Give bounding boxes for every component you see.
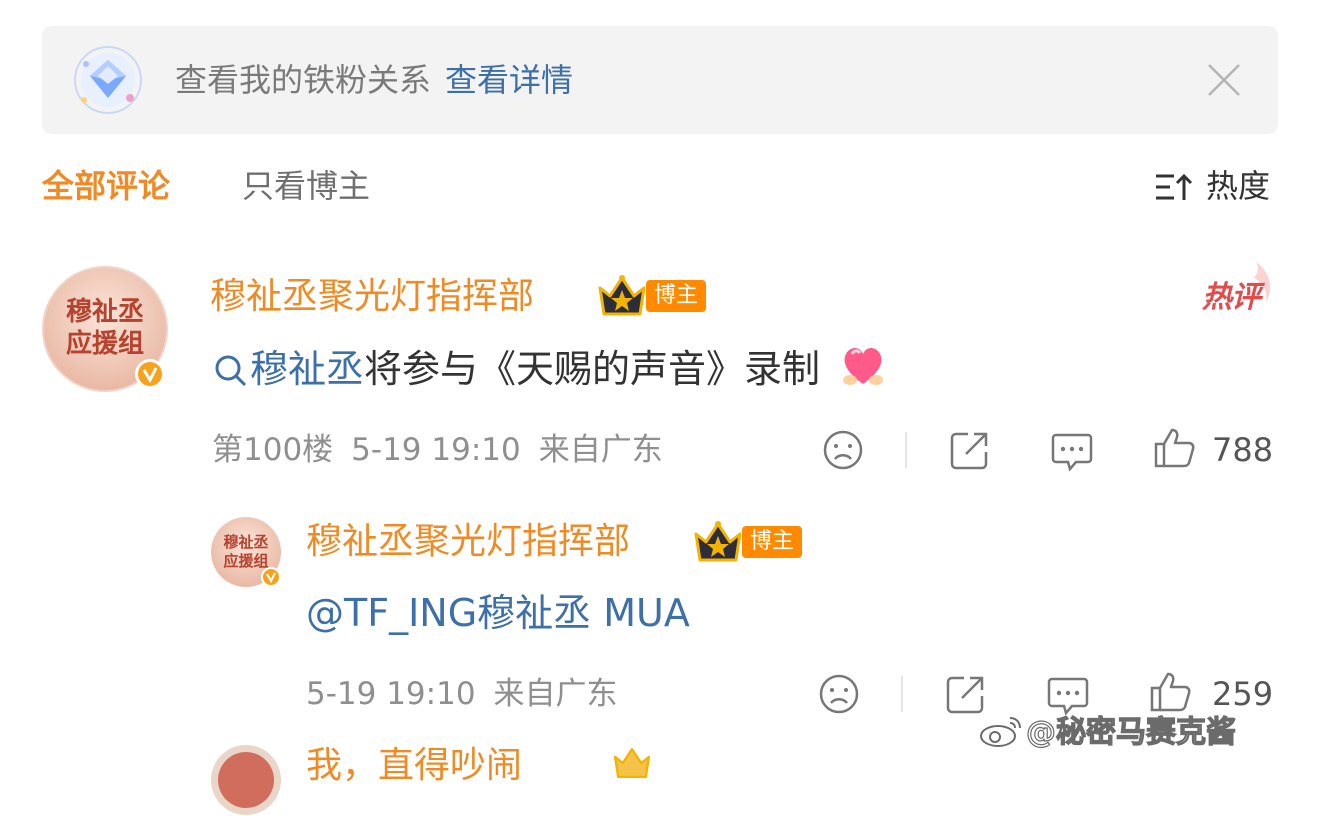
avatar-text-line1: 穆祉丞	[223, 533, 268, 551]
comment-text: 将参与《天赐的声音》录制	[364, 347, 821, 391]
view-details-link[interactable]: 查看详情	[445, 61, 573, 99]
topic-search-icon	[215, 355, 247, 387]
comment-location: 来自广东	[538, 432, 663, 468]
share-icon[interactable]	[948, 428, 992, 472]
crown-icon	[613, 748, 651, 778]
diamond-badge-icon	[74, 46, 142, 114]
topic-link[interactable]: 穆祉丞	[250, 347, 364, 391]
reply-username[interactable]: 穆祉丞聚光灯指挥部	[306, 516, 630, 568]
watermark-text: @秘密马赛克酱	[1025, 714, 1236, 750]
heart-emoji-icon	[843, 348, 884, 385]
comment-icon[interactable]	[1046, 673, 1090, 717]
like-count: 259	[1212, 675, 1274, 713]
comment-icon[interactable]	[1050, 429, 1094, 473]
dislike-icon[interactable]	[822, 429, 864, 471]
blogger-badge: 博主	[742, 526, 803, 558]
sort-by-hot-button[interactable]: 热度	[1154, 162, 1278, 210]
avatar[interactable]: 穆祉丞 应援组	[42, 266, 168, 392]
close-icon[interactable]	[1206, 62, 1242, 98]
avatar[interactable]: 穆祉丞 应援组	[210, 516, 282, 588]
crown-icon	[598, 275, 646, 316]
avatar-text-line2: 应援组	[223, 552, 268, 570]
comment-time: 5-19 19:10	[351, 432, 521, 468]
banner-message: 查看我的铁粉关系	[175, 61, 432, 99]
tab-all-comments[interactable]: 全部评论	[42, 162, 170, 210]
next-comment-username[interactable]: 我，直得吵闹	[306, 740, 522, 792]
reply-text: MUA	[591, 591, 690, 635]
like-icon[interactable]	[1152, 426, 1196, 470]
tab-blogger-only[interactable]: 只看博主	[242, 162, 370, 210]
weibo-logo-icon	[980, 717, 1021, 747]
sort-label: 热度	[1206, 167, 1271, 205]
action-divider	[905, 432, 907, 468]
reply-meta: 5-19 19:10 来自广东	[306, 672, 636, 716]
comment-username[interactable]: 穆祉丞聚光灯指挥部	[210, 271, 534, 323]
comment-content: 穆祉丞将参与《天赐的声音》录制	[214, 340, 888, 396]
blogger-badge: 博主	[646, 280, 707, 312]
like-icon[interactable]	[1148, 670, 1192, 714]
comment-meta: 第100楼 5-19 19:10 来自广东	[212, 428, 681, 472]
action-divider	[901, 676, 903, 712]
avatar[interactable]	[210, 744, 282, 816]
reply-location: 来自广东	[493, 676, 618, 712]
dislike-icon[interactable]	[818, 673, 860, 715]
sort-icon	[1156, 173, 1193, 200]
reply-time: 5-19 19:10	[306, 676, 476, 712]
crown-icon	[694, 521, 742, 562]
reply-content: @TF_ING穆祉丞 MUA	[306, 586, 690, 640]
floor-number: 第100楼	[212, 432, 334, 468]
iron-fan-banner[interactable]: 查看我的铁粉关系 查看详情	[42, 26, 1278, 134]
like-count: 788	[1212, 431, 1274, 469]
banner-text: 查看我的铁粉关系 查看详情	[175, 58, 573, 102]
hot-comment-label: 热评	[1196, 258, 1276, 315]
weibo-watermark: @秘密马赛克酱	[978, 712, 1237, 754]
share-icon[interactable]	[944, 672, 988, 716]
hot-label-text: 热评	[1202, 280, 1261, 315]
avatar-text-line2: 应援组	[66, 328, 144, 359]
mention-link[interactable]: @TF_ING穆祉丞	[306, 591, 591, 635]
avatar-text-line1: 穆祉丞	[66, 296, 144, 327]
